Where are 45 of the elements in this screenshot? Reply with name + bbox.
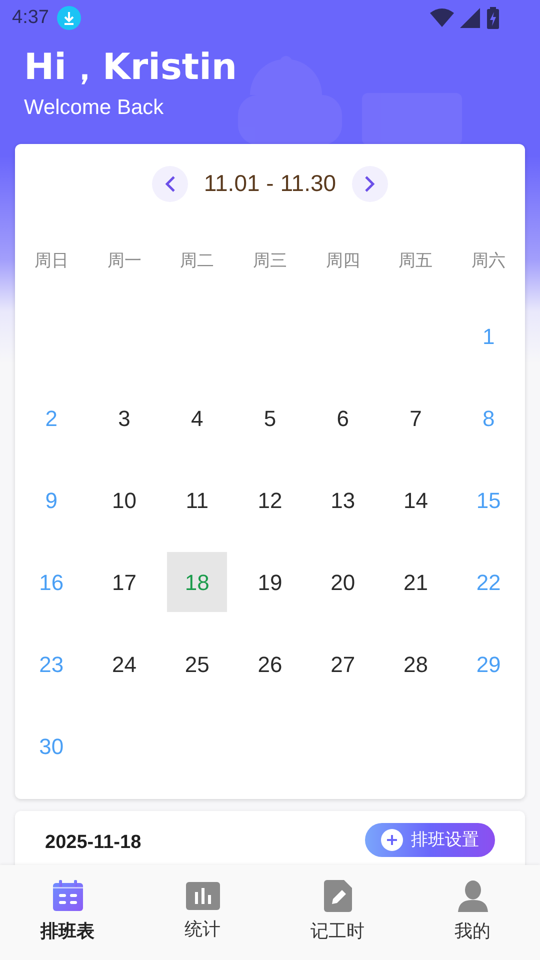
calendar-day[interactable]: 20 bbox=[312, 552, 373, 612]
weekday-label: 周四 bbox=[326, 250, 360, 272]
calendar-day[interactable]: 28 bbox=[386, 634, 446, 694]
calendar-day[interactable]: 12 bbox=[240, 470, 300, 530]
calendar-day[interactable]: 10 bbox=[94, 470, 154, 530]
calendar-day[interactable]: 14 bbox=[386, 470, 446, 530]
weekday-label: 周日 bbox=[34, 250, 68, 272]
calendar-day[interactable]: 5 bbox=[240, 388, 300, 448]
date-range: 11.01 - 11.30 bbox=[204, 169, 336, 198]
chevron-left-icon bbox=[164, 174, 176, 192]
calendar-day[interactable]: 7 bbox=[386, 388, 446, 448]
status-time: 4:37 bbox=[12, 6, 49, 30]
weekday-label: 周三 bbox=[252, 250, 287, 272]
calendar-day[interactable]: 17 bbox=[94, 552, 154, 612]
nav-tab[interactable]: 记工时 bbox=[270, 865, 405, 960]
nav-tab[interactable]: 排班表 bbox=[0, 865, 135, 960]
nav-tab[interactable]: 统计 bbox=[135, 865, 270, 960]
weekday-label: 周二 bbox=[180, 250, 214, 272]
calendar-day[interactable]: 19 bbox=[240, 552, 300, 612]
greeting-subtitle: Welcome Back bbox=[24, 95, 165, 121]
calendar-day[interactable]: 27 bbox=[312, 634, 373, 694]
battery-icon bbox=[486, 7, 500, 29]
chevron-right-icon bbox=[364, 174, 376, 192]
calendar-day[interactable]: 4 bbox=[167, 388, 228, 448]
selected-date: 2025-11-18 bbox=[45, 831, 142, 855]
previous-button[interactable] bbox=[152, 166, 188, 202]
calendar-day[interactable]: 24 bbox=[94, 634, 154, 694]
calendar-day[interactable]: 11 bbox=[167, 470, 228, 530]
signal-icon bbox=[460, 8, 480, 28]
plus-icon bbox=[381, 829, 403, 851]
weekday-label: 周一 bbox=[107, 250, 142, 272]
schedule-settings-button[interactable]: 排班设置 bbox=[365, 823, 495, 857]
wifi-icon bbox=[430, 8, 454, 28]
weekday-label: 周五 bbox=[398, 250, 433, 272]
calendar-day[interactable]: 6 bbox=[312, 388, 373, 448]
calendar-day[interactable]: 21 bbox=[386, 552, 446, 612]
calendar-day[interactable]: 26 bbox=[240, 634, 300, 694]
calendar-day[interactable]: 3 bbox=[94, 388, 154, 448]
next-button[interactable] bbox=[352, 166, 388, 202]
calendar-day[interactable]: 25 bbox=[167, 634, 228, 694]
calendar-day[interactable]: 13 bbox=[312, 470, 373, 530]
download-icon bbox=[56, 6, 81, 30]
greeting-title: Hi，Kristin bbox=[24, 46, 238, 90]
nav-tab[interactable]: 我的 bbox=[405, 865, 540, 960]
weekday-label: 周六 bbox=[472, 250, 506, 272]
